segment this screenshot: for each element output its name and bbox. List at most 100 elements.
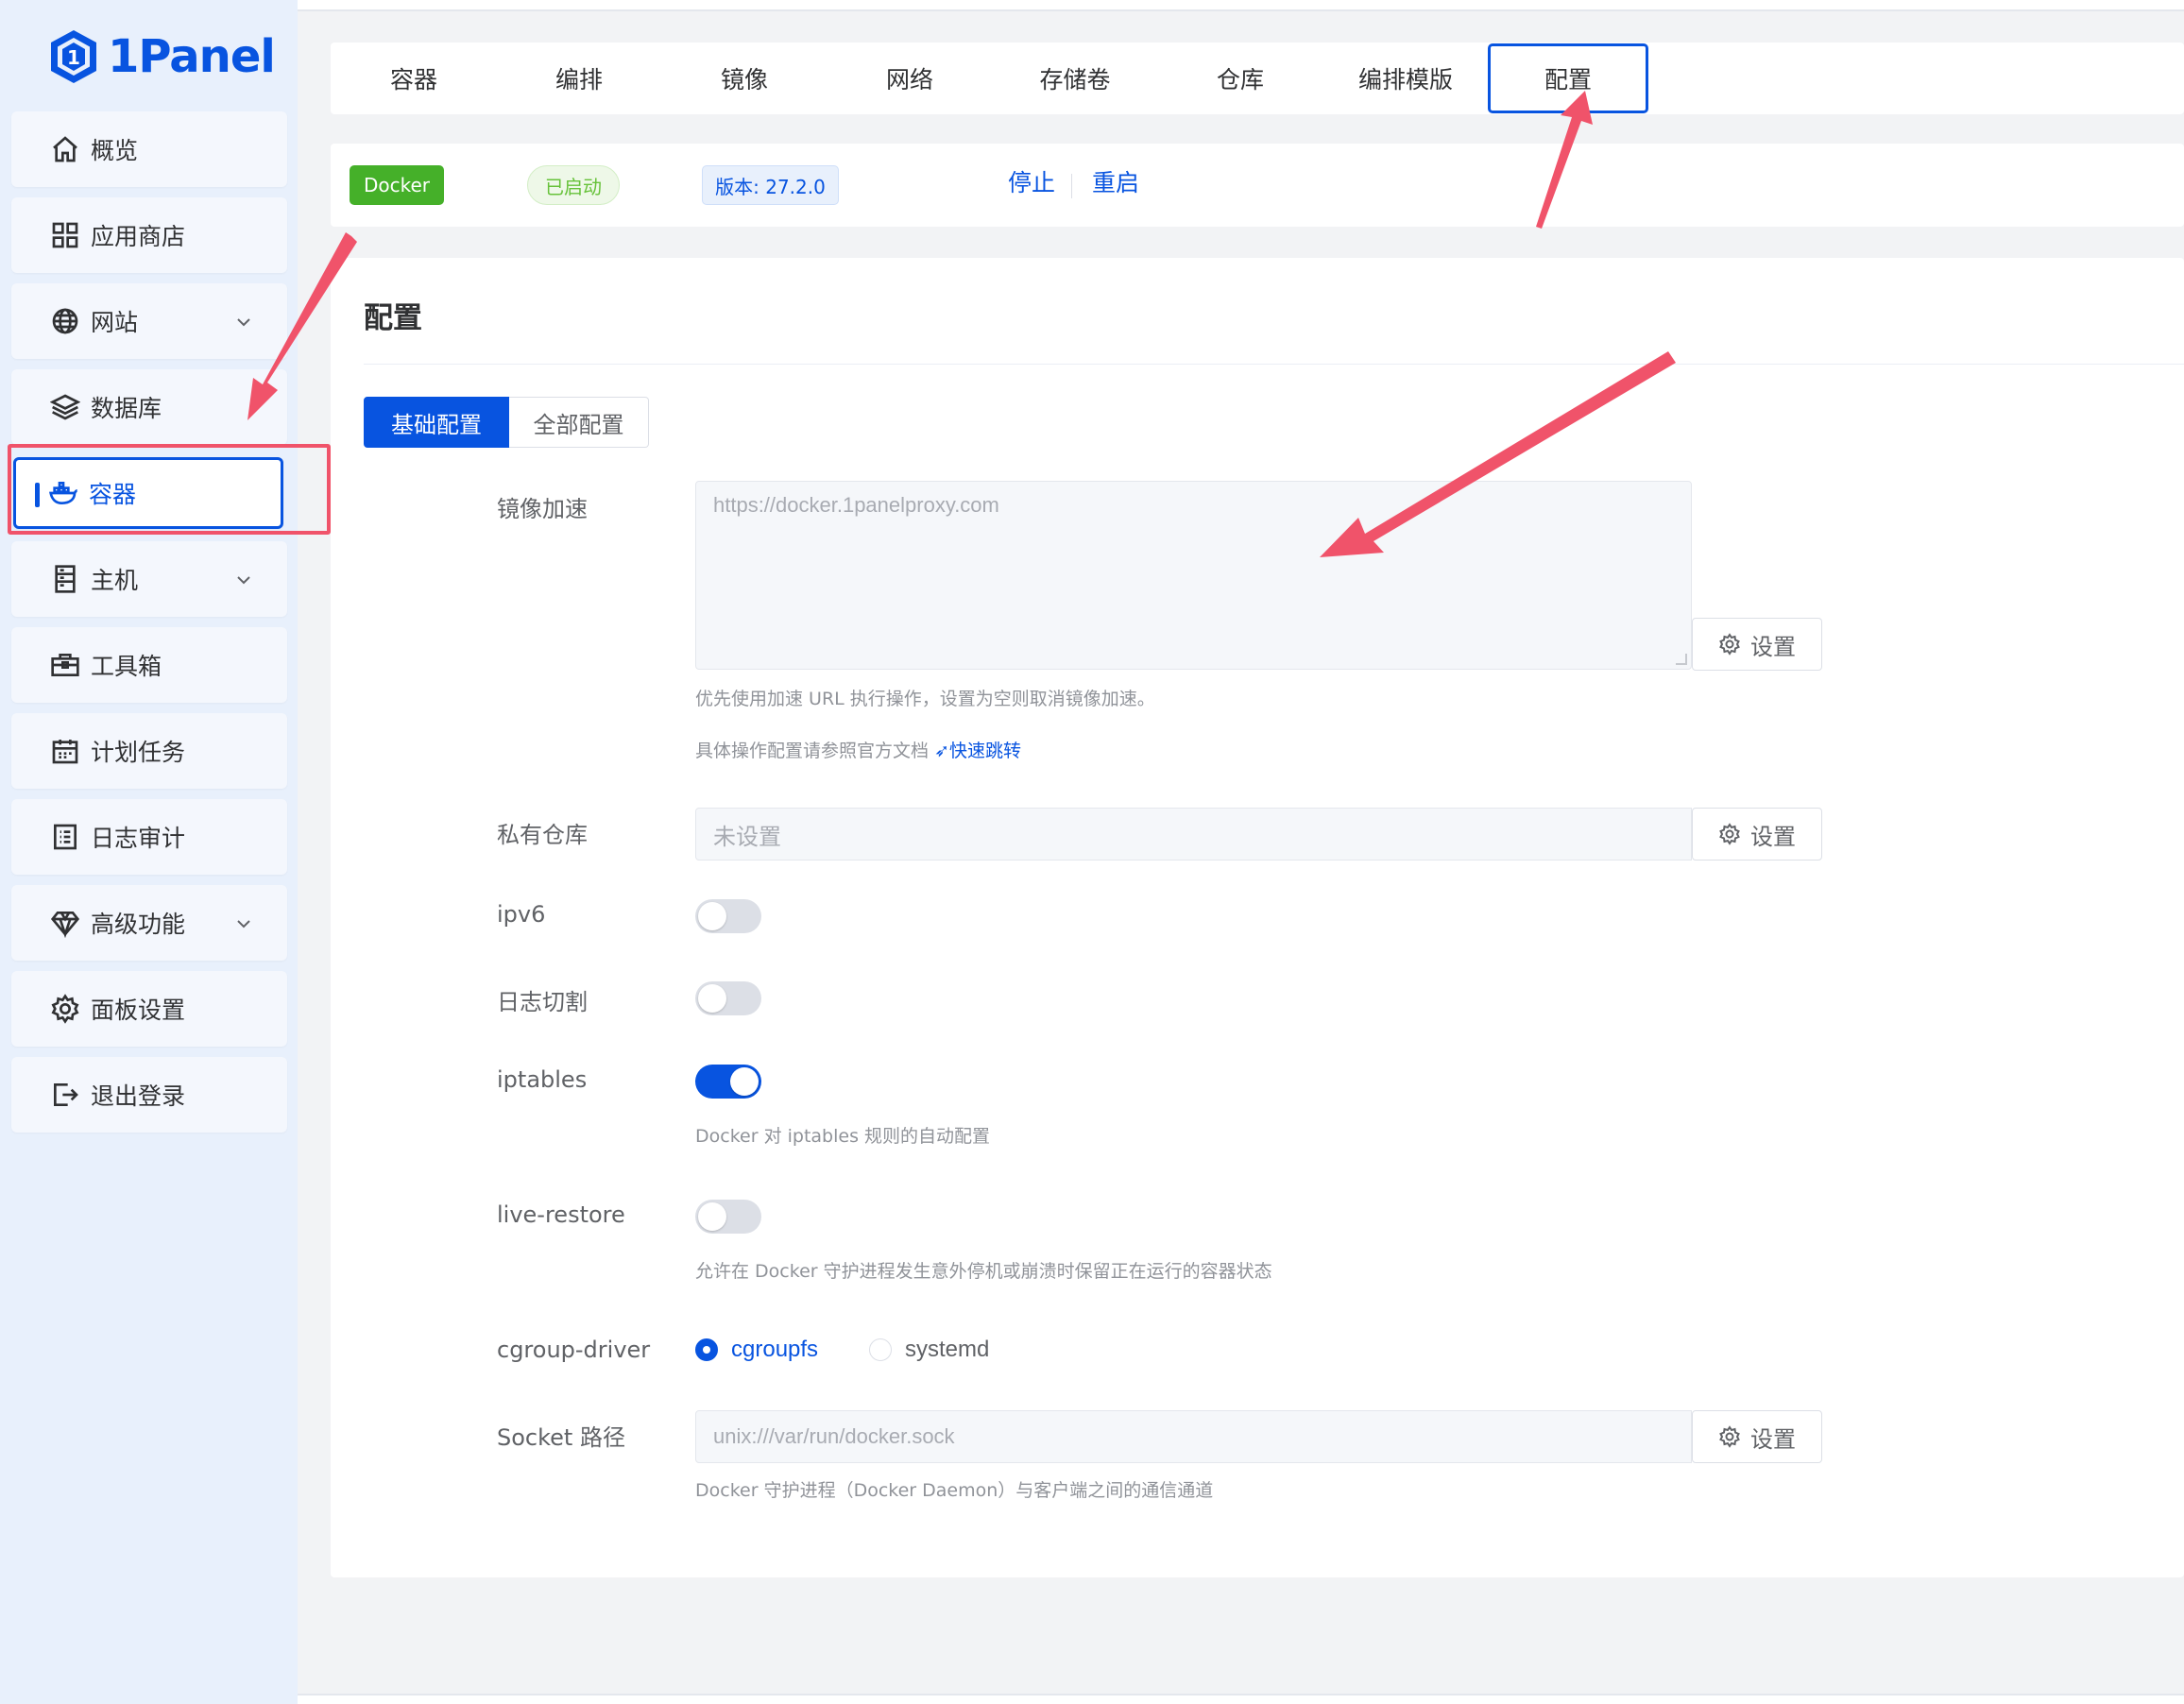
calendar-icon [49, 735, 81, 767]
restart-button[interactable]: 重启 [1092, 164, 1139, 198]
radio-circle [869, 1338, 892, 1361]
top-edge [298, 0, 2184, 11]
cgroupfs-radio[interactable]: cgroupfs [695, 1337, 818, 1363]
toolbox-icon [49, 649, 81, 681]
iptables-toggle[interactable] [695, 1065, 761, 1099]
tab-containers[interactable]: 容器 [333, 43, 494, 114]
sidebar-item-settings[interactable]: 面板设置 [11, 971, 287, 1047]
sidebar-item-app-store[interactable]: 应用商店 [11, 197, 287, 273]
mirror-label: 镜像加速 [497, 496, 588, 522]
divider [1071, 174, 1072, 198]
sidebar-item-overview[interactable]: 概览 [11, 111, 287, 187]
bottom-edge [298, 1694, 2184, 1704]
sidebar-item-label: 工具箱 [91, 653, 162, 680]
gear-icon [1719, 823, 1740, 845]
sidebar-item-label: 退出登录 [91, 1082, 186, 1110]
sidebar-item-database[interactable]: 数据库 [11, 369, 287, 445]
grid-icon [49, 219, 81, 251]
sidebar-item-label: 面板设置 [91, 997, 186, 1024]
tab-config[interactable]: 配置 [1488, 43, 1648, 113]
tab-basic-config[interactable]: 基础配置 [364, 397, 509, 448]
log-rotate-toggle[interactable] [695, 981, 761, 1015]
mirror-hint: 优先使用加速 URL 执行操作，设置为空则取消镜像加速。 [695, 689, 1155, 709]
stop-button[interactable]: 停止 [1008, 164, 1055, 198]
brand-name: 1Panel [108, 30, 276, 83]
page-title: 配置 [364, 301, 422, 335]
tab-compose[interactable]: 编排 [499, 43, 659, 114]
sidebar-item-label: 日志审计 [91, 825, 186, 852]
mirror-doc-hint: 具体操作配置请参照官方文档 ➶快速跳转 [695, 737, 1021, 762]
gear-icon [1719, 1425, 1740, 1448]
registry-input[interactable]: 未设置 [695, 808, 1692, 861]
diamond-icon [49, 907, 81, 939]
sidebar-item-label: 数据库 [91, 395, 162, 422]
systemd-radio[interactable]: systemd [869, 1337, 989, 1363]
sidebar-item-logs[interactable]: 日志审计 [11, 799, 287, 875]
socket-label: Socket 路径 [497, 1424, 625, 1451]
cgroup-label: cgroup-driver [497, 1337, 651, 1363]
sidebar-item-label: 计划任务 [91, 739, 186, 766]
server-icon [49, 563, 81, 595]
docker-icon [47, 477, 79, 509]
settings-label: 设置 [1750, 1425, 1796, 1453]
sidebar-item-advanced[interactable]: 高级功能 [11, 885, 287, 961]
tab-volumes[interactable]: 存储卷 [995, 43, 1155, 114]
chevron-down-icon [234, 912, 253, 930]
tab-compose-templates[interactable]: 编排模版 [1325, 43, 1486, 114]
registry-value: 未设置 [713, 824, 781, 850]
iptables-label: iptables [497, 1066, 588, 1093]
container-tabs: 容器 编排 镜像 网络 存储卷 仓库 编排模版 配置 [331, 43, 2184, 114]
sidebar-item-host[interactable]: 主机 [11, 541, 287, 617]
live-restore-label: live-restore [497, 1201, 625, 1228]
ipv6-label: ipv6 [497, 901, 546, 928]
svg-text:1: 1 [67, 46, 80, 69]
registry-settings-button[interactable]: 设置 [1692, 808, 1822, 861]
sidebar-item-website[interactable]: 网站 [11, 283, 287, 359]
quick-jump-label: 快速跳转 [948, 741, 1021, 761]
status-badge: 已启动 [527, 165, 620, 205]
log-rotate-label: 日志切割 [497, 989, 588, 1015]
gear-icon [1719, 633, 1740, 656]
settings-label: 设置 [1750, 633, 1796, 660]
sidebar-item-label: 概览 [91, 137, 139, 164]
tab-networks[interactable]: 网络 [829, 43, 990, 114]
tab-repositories[interactable]: 仓库 [1160, 43, 1321, 114]
toggle-knob [698, 1202, 726, 1231]
version-tag: 版本: 27.2.0 [702, 165, 839, 205]
globe-icon [49, 305, 81, 337]
resize-grip-icon[interactable] [1676, 654, 1687, 665]
sidebar-item-container[interactable]: 容器 [13, 457, 283, 529]
tab-all-config[interactable]: 全部配置 [509, 397, 649, 448]
config-mode-switch: 基础配置 全部配置 [364, 397, 649, 448]
radio-label: cgroupfs [731, 1337, 819, 1362]
home-icon [49, 133, 81, 165]
sidebar-item-cron[interactable]: 计划任务 [11, 713, 287, 789]
ipv6-toggle[interactable] [695, 899, 761, 933]
sidebar: 1 1Panel 概览 应用商店 网站 数据库 容器 主机 工具箱 计划任务 日 [0, 0, 331, 1704]
divider [364, 364, 2184, 365]
settings-label: 设置 [1750, 823, 1796, 850]
layers-icon [49, 391, 81, 423]
socket-path-input[interactable]: unix:///var/run/docker.sock [695, 1410, 1692, 1463]
logo-icon: 1 [51, 30, 96, 83]
tab-images[interactable]: 镜像 [664, 43, 825, 114]
sidebar-item-label: 网站 [91, 309, 139, 336]
toggle-knob [698, 984, 726, 1013]
live-restore-toggle[interactable] [695, 1200, 761, 1234]
logout-icon [49, 1079, 81, 1111]
mirror-url-textarea[interactable]: https://docker.1panelproxy.com [695, 481, 1692, 670]
sidebar-item-logout[interactable]: 退出登录 [11, 1057, 287, 1133]
sidebar-item-toolbox[interactable]: 工具箱 [11, 627, 287, 703]
mirror-settings-button[interactable]: 设置 [1692, 618, 1822, 671]
socket-path-value: unix:///var/run/docker.sock [713, 1424, 955, 1448]
brand-logo[interactable]: 1 1Panel [49, 28, 276, 85]
live-restore-hint: 允许在 Docker 守护进程发生意外停机或崩溃时保留正在运行的容器状态 [695, 1261, 1272, 1282]
chevron-down-icon [234, 568, 253, 587]
active-indicator [35, 483, 40, 507]
log-icon [49, 821, 81, 853]
radio-circle [695, 1338, 718, 1361]
quick-jump-link[interactable]: ➶快速跳转 [934, 741, 1021, 761]
sidebar-item-label: 高级功能 [91, 911, 186, 938]
socket-settings-button[interactable]: 设置 [1692, 1410, 1822, 1463]
docker-status-bar: Docker 已启动 版本: 27.2.0 停止 重启 [331, 144, 2184, 227]
